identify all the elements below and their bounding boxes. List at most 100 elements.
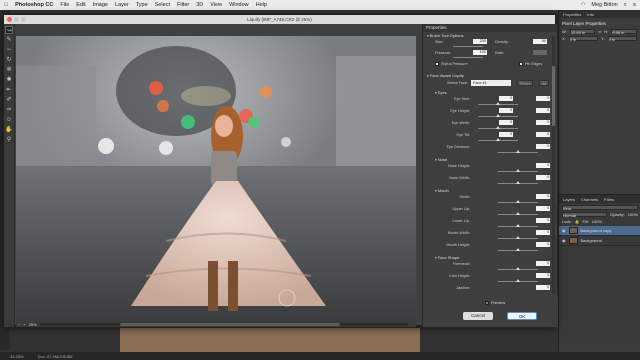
brush-options-section[interactable]: Brush Tool Options (423, 32, 557, 39)
chin-height-field[interactable]: 0 (536, 273, 550, 278)
menu-3d[interactable]: 3D (196, 2, 203, 8)
nose-height-field[interactable]: 0 (536, 163, 550, 168)
cancel-button[interactable]: Cancel (463, 312, 493, 320)
kind-filter[interactable]: Kind (562, 205, 638, 211)
mouth-height-field[interactable]: 0 (536, 242, 550, 247)
menu-file[interactable]: File (60, 2, 69, 8)
slider-knob[interactable] (516, 150, 520, 153)
zoom-tool-icon[interactable]: ⚲ (5, 136, 13, 144)
face-aware-section[interactable]: Face-Aware Liquify (423, 72, 557, 79)
menu-list-icon[interactable]: ≡ (633, 2, 636, 9)
menu-window[interactable]: Window (229, 2, 249, 8)
menu-type[interactable]: Type (136, 2, 148, 8)
menu-image[interactable]: Image (93, 2, 108, 8)
user-name[interactable]: Meg Bitton (591, 2, 617, 9)
stylus-pressure-checkbox[interactable] (435, 62, 439, 66)
wifi-icon[interactable]: ◠ (581, 2, 586, 9)
eye-height-left-field[interactable]: 0 (499, 108, 513, 113)
x-field[interactable]: 0 in (568, 36, 599, 42)
slider-knob[interactable] (516, 279, 520, 282)
eye-size-right-field[interactable]: 0 (536, 96, 550, 101)
menu-filter[interactable]: Filter (177, 2, 189, 8)
h-field[interactable]: 8.56 in (611, 29, 637, 35)
slider-knob[interactable] (516, 248, 520, 251)
scroll-thumb[interactable] (119, 322, 340, 326)
eye-tilt-left-field[interactable]: 0 (499, 132, 513, 137)
preview-checkbox[interactable] (485, 300, 489, 305)
hand-tool-icon[interactable]: ✋ (5, 126, 13, 134)
slider-knob[interactable] (496, 102, 500, 105)
mouth-width-field[interactable]: 0 (536, 230, 550, 235)
freeze-mask-tool-icon[interactable]: ✐ (5, 96, 13, 104)
forehead-field[interactable]: 0 (536, 261, 550, 266)
mouth-section[interactable]: Mouth (423, 187, 557, 194)
menu-help[interactable]: Help (256, 2, 267, 8)
slider-knob[interactable] (516, 224, 520, 227)
layer-background[interactable]: ◉ Background (559, 236, 640, 246)
tab-paths[interactable]: Paths (604, 197, 614, 202)
tab-info[interactable]: Info (587, 12, 594, 17)
jawline-field[interactable]: 0 (536, 285, 550, 290)
smile-field[interactable]: 0 (536, 194, 550, 199)
face-tool-icon[interactable]: ☺ (5, 116, 13, 124)
tab-channels[interactable]: Channels (581, 197, 598, 202)
slider-knob[interactable] (496, 126, 500, 129)
minimize-icon[interactable] (14, 17, 19, 22)
eye-width-right-field[interactable]: 0 (536, 120, 550, 125)
tab-layers[interactable]: Layers (563, 197, 575, 202)
ok-button[interactable]: OK (507, 312, 537, 320)
properties-scrollbar[interactable] (552, 36, 555, 294)
size-slider[interactable] (453, 46, 483, 47)
w-field[interactable]: 12.84 in (569, 29, 596, 35)
all-button[interactable]: All (539, 80, 550, 86)
eye-height-right-field[interactable]: 0 (536, 108, 550, 113)
app-name[interactable]: Photoshop CC (15, 2, 53, 8)
eyes-section[interactable]: Eyes (423, 89, 557, 96)
pressure-field[interactable]: 100 (473, 50, 487, 55)
slider-knob[interactable] (516, 169, 520, 172)
eye-width-left-field[interactable]: 0 (499, 120, 513, 125)
maximize-icon[interactable] (21, 17, 26, 22)
eye-size-left-field[interactable]: 0 (499, 96, 513, 101)
menu-select[interactable]: Select (155, 2, 170, 8)
fill-value[interactable]: 100% (592, 219, 602, 224)
forward-warp-tool-icon[interactable]: ↝ (5, 26, 13, 34)
zoom-level[interactable]: 25% (29, 322, 37, 327)
horizontal-scrollbar[interactable] (39, 322, 408, 326)
pucker-tool-icon[interactable]: ✲ (5, 66, 13, 74)
slider-knob[interactable] (496, 138, 500, 141)
apple-icon[interactable]:  (4, 2, 8, 8)
opacity-value[interactable]: 100% (628, 212, 638, 217)
scroll-thumb[interactable] (552, 66, 555, 126)
bloat-tool-icon[interactable]: ✺ (5, 76, 13, 84)
pressure-slider[interactable] (453, 57, 483, 58)
rate-field[interactable] (533, 50, 547, 55)
reconstruct-tool-icon[interactable]: ✎ (5, 36, 13, 44)
close-icon[interactable] (7, 17, 12, 22)
density-field[interactable]: 50 (533, 39, 547, 44)
nose-width-field[interactable]: 0 (536, 175, 550, 180)
nose-section[interactable]: Nose (423, 156, 557, 163)
blend-mode-select[interactable]: Normal (562, 212, 608, 218)
search-icon[interactable]: ⌕ (624, 2, 627, 9)
eye-tilt-right-field[interactable]: 0 (536, 132, 550, 137)
zoom-out-button[interactable]: − (18, 322, 20, 327)
reset-button[interactable]: Reset (517, 80, 533, 86)
lock-icon[interactable]: 🔒 (575, 219, 580, 224)
tab-properties[interactable]: Properties (563, 12, 581, 17)
push-left-tool-icon[interactable]: ⇤ (5, 86, 13, 94)
slider-knob[interactable] (496, 114, 500, 117)
slider-knob[interactable] (516, 267, 520, 270)
eye-icon[interactable]: ◉ (562, 238, 566, 243)
slider-knob[interactable] (516, 200, 520, 203)
thaw-mask-tool-icon[interactable]: ✑ (5, 106, 13, 114)
lower-lip-field[interactable]: 0 (536, 218, 550, 223)
smooth-tool-icon[interactable]: ∼ (5, 46, 13, 54)
upper-lip-field[interactable]: 0 (536, 206, 550, 211)
face-shape-section[interactable]: Face Shape (423, 254, 557, 261)
menu-view[interactable]: View (210, 2, 222, 8)
eye-distance-field[interactable]: 0 (536, 144, 550, 149)
size-field[interactable]: 200 (473, 39, 487, 44)
zoom-in-button[interactable]: + (23, 322, 25, 327)
menu-edit[interactable]: Edit (76, 2, 85, 8)
